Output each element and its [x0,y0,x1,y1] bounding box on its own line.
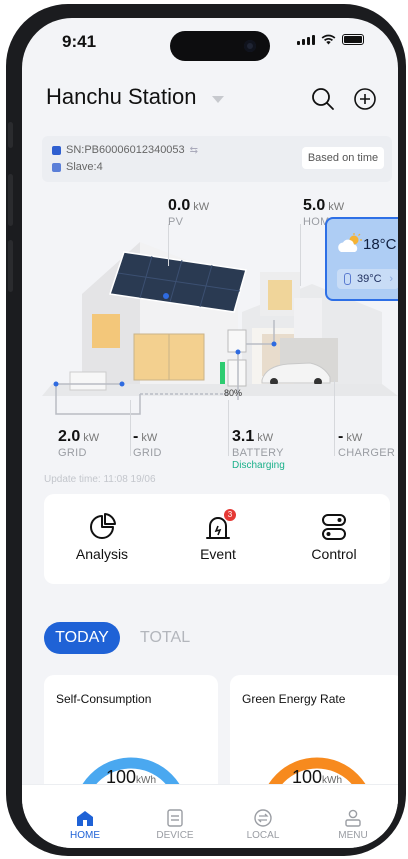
volume-up-button [8,174,13,226]
nav-device-label: DEVICE [156,830,194,841]
nav-home-label: HOME [70,830,100,841]
charger-label: CHARGER [338,447,396,459]
thermometer-icon [344,273,351,285]
grid-connector [130,400,131,456]
add-icon[interactable] [352,86,378,112]
green-energy-rate-title: Green Energy Rate [242,692,346,706]
analysis-button[interactable]: Analysis [52,512,152,564]
nav-local[interactable]: LOCAL [228,809,298,841]
tab-today[interactable]: TODAY [44,622,120,654]
toggle-control-icon [322,514,346,540]
self-consumption-title: Self-Consumption [56,692,152,706]
event-button[interactable]: 3 Event [168,509,268,564]
grid-2-unit: kW [141,432,158,444]
pv-connector [168,224,169,266]
grid-2-value: - [133,428,139,445]
home-unit: kW [328,201,345,213]
phone-frame: 9:41 Hanchu Station SN:PB60006012340053 … [6,4,406,856]
signal-icon [297,35,315,45]
serial-number: SN:PB60006012340053 [66,144,185,156]
update-time: Update time: 11:08 19/06 [44,474,156,485]
slave-icon [52,162,61,172]
home-value: 5.0 [303,197,326,214]
charger-connector [334,380,335,456]
station-title[interactable]: Hanchu Station [46,84,196,110]
serial-number-row: SN:PB60006012340053 ⇆ [52,144,198,156]
pv-metric[interactable]: 0.0 kW PV [168,197,209,228]
caret-down-icon[interactable] [212,96,224,103]
weather-widget[interactable]: 18°C 39°C › [325,217,398,301]
charger-unit: kW [346,432,363,444]
chevron-right-icon: › [389,273,393,285]
slave-count: Slave:4 [66,161,103,173]
quick-actions-card: Analysis 3 Event Control [44,494,390,584]
weather-temperature: 18°C [363,236,397,253]
nav-device[interactable]: DEVICE [140,809,210,841]
event-label: Event [200,546,236,562]
device-icon [52,145,61,155]
pv-value: 0.0 [168,197,191,214]
charger-metric[interactable]: - kW CHARGER [338,428,395,459]
status-icons [297,34,364,45]
charger-value: - [338,428,344,445]
analysis-label: Analysis [75,546,129,562]
based-on-time-button[interactable]: Based on time [302,147,384,169]
battery-status: Discharging [232,460,285,471]
pie-chart-icon [90,513,116,539]
grid-metric[interactable]: 2.0 kW GRID [58,428,99,459]
nav-local-label: LOCAL [246,830,280,841]
home-icon [77,811,93,826]
pv-unit: kW [193,201,210,213]
local-connect-icon [254,809,272,827]
slave-row: Slave:4 [52,161,103,173]
action-button [8,122,13,148]
control-button[interactable]: Control [284,512,384,564]
tab-total[interactable]: TOTAL [140,622,200,654]
home-connector [300,224,301,286]
grid-value: 2.0 [58,428,81,445]
wifi-icon [321,34,336,45]
battery-soc: 80% [224,388,243,398]
grid-2-label: GRID [133,447,162,459]
sub-temperature-value: 39°C [357,273,382,285]
device-info-bar: SN:PB60006012340053 ⇆ Slave:4 Based on t… [42,136,392,182]
device-icon [167,809,183,827]
pv-label: PV [168,216,184,228]
battery-connector [228,400,229,456]
control-label: Control [311,546,357,562]
event-badge: 3 [224,509,236,521]
nav-menu-label: MENU [338,830,368,841]
app-screen: 9:41 Hanchu Station SN:PB60006012340053 … [22,18,398,848]
bottom-tab-bar: HOME DEVICE LOCAL MENU [22,784,398,848]
battery-status-icon [342,34,364,45]
search-icon[interactable] [310,86,336,112]
nav-menu[interactable]: MENU [318,809,388,841]
nav-home[interactable]: HOME [50,809,120,841]
app-header: Hanchu Station [46,84,380,120]
user-menu-icon [345,809,361,827]
status-bar: 9:41 [22,18,398,64]
grid-label: GRID [58,447,87,459]
weather-sub-temperature[interactable]: 39°C › [337,269,398,289]
battery-value: 3.1 [232,428,255,445]
swap-icon[interactable]: ⇆ [190,145,198,156]
partly-cloudy-icon [338,233,362,252]
dynamic-island [170,31,270,61]
camera-icon [244,40,256,52]
battery-metric[interactable]: 3.1 kW BATTERY Discharging [232,428,285,471]
volume-down-button [8,240,13,292]
battery-unit: kW [257,432,274,444]
grid-unit: kW [83,432,100,444]
battery-label: BATTERY [232,447,284,459]
grid-2-metric[interactable]: - kW GRID [133,428,162,459]
status-time: 9:41 [62,32,97,51]
